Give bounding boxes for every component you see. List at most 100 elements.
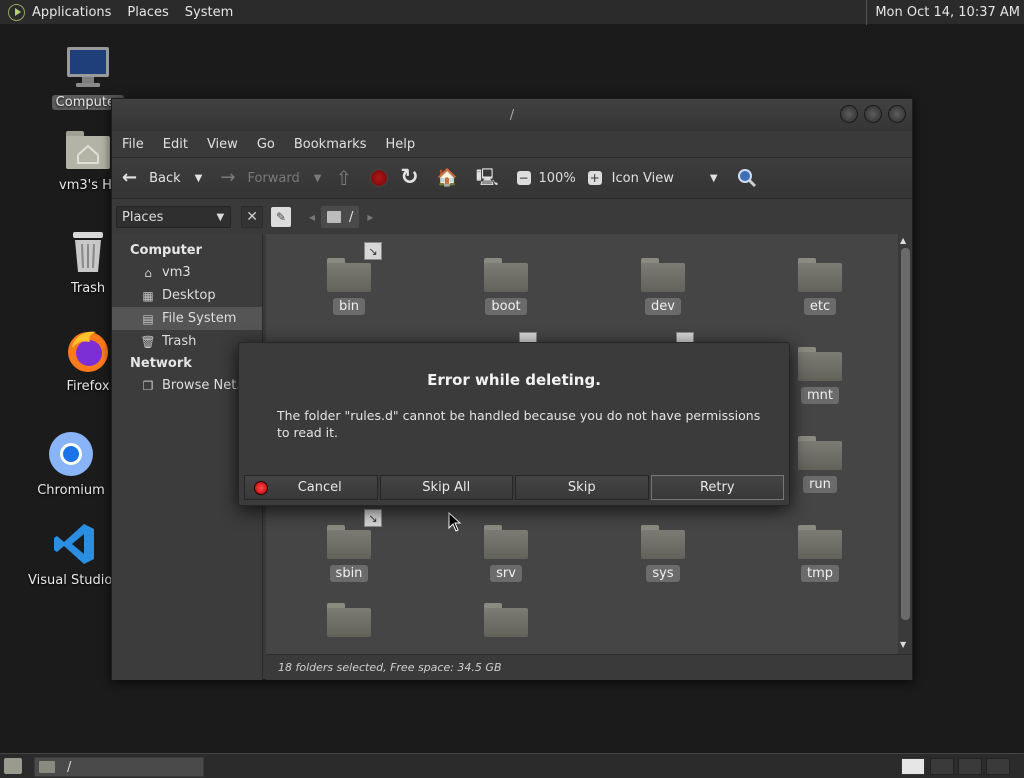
forward-button[interactable]: → Forward ▼ (220, 163, 321, 193)
menu-system[interactable]: System (177, 0, 241, 25)
menu-places[interactable]: Places (119, 0, 176, 25)
back-history-dropdown-icon[interactable]: ▼ (195, 173, 203, 184)
view-mode-value: Icon View (611, 170, 674, 186)
drive-icon: ▤ (142, 311, 154, 326)
folder-icon (798, 436, 842, 470)
top-panel: Applications Places System Mon Oct 14, 1… (0, 0, 1024, 25)
folder-icon (798, 347, 842, 381)
scroll-down-icon[interactable]: ▼ (900, 640, 906, 649)
menu-bookmarks[interactable]: Bookmarks (294, 137, 378, 152)
scrollbar-thumb[interactable] (901, 248, 910, 620)
chevron-down-icon: ▼ (709, 172, 718, 184)
folder-icon (641, 258, 685, 292)
folder-label: tmp (800, 565, 839, 582)
sidebar-section-computer[interactable]: Computer (112, 240, 262, 261)
folder-label: run (803, 476, 837, 493)
skip-button[interactable]: Skip (515, 475, 649, 500)
desktop-label: Visual Studio Code (28, 573, 120, 588)
maximize-button[interactable] (864, 105, 882, 123)
folder-label: dev (645, 298, 681, 315)
folder-item[interactable] (441, 593, 571, 637)
folder-item[interactable]: dev (598, 248, 728, 315)
edit-location-button[interactable]: ✎ (271, 207, 291, 227)
computer-button[interactable]: 🖳 (476, 163, 505, 193)
sidebar-item-desktop[interactable]: ▦ Desktop (112, 284, 262, 307)
zoom-in-icon: + (587, 171, 602, 185)
menu-help[interactable]: Help (385, 137, 426, 152)
status-bar: 18 folders selected, Free space: 34.5 GB (266, 654, 912, 680)
menu-applications[interactable]: Applications (28, 0, 119, 25)
menu-view[interactable]: View (207, 137, 249, 152)
sidebar-item-file-system[interactable]: ▤ File System (112, 307, 262, 330)
cancel-button[interactable]: Cancel (244, 475, 378, 500)
folder-label: bin (332, 298, 366, 315)
sidebar-item-vm3[interactable]: ⌂ vm3 (112, 261, 262, 284)
zoom-level: 100% (538, 170, 576, 186)
drive-icon (327, 211, 342, 223)
folder-item[interactable]: boot (441, 248, 571, 315)
back-button[interactable]: ← Back ▼ (122, 163, 202, 193)
up-button[interactable]: ⇧ (335, 163, 358, 193)
window-titlebar[interactable]: / (112, 99, 912, 131)
window-title: / (509, 107, 515, 123)
search-button[interactable] (736, 163, 758, 193)
folder-icon (798, 525, 842, 559)
forward-history-dropdown-icon[interactable]: ▼ (314, 173, 322, 184)
folder-icon (327, 525, 371, 559)
folder-item[interactable]: ↘ bin (284, 242, 414, 315)
skip-label: Skip (567, 480, 596, 495)
cancel-label: Cancel (297, 480, 342, 495)
retry-button[interactable]: Retry (650, 475, 784, 500)
sidebar-item-label: vm3 (162, 265, 191, 280)
menu-file[interactable]: File (122, 137, 155, 152)
workspace-3[interactable] (958, 758, 982, 775)
view-mode-select[interactable]: Icon View ▼ (612, 163, 718, 193)
minimize-button[interactable] (840, 105, 858, 123)
menu-go[interactable]: Go (257, 137, 286, 152)
zoom-in-button[interactable]: + (587, 163, 602, 193)
workspace-switcher-icon[interactable] (901, 758, 925, 775)
taskbar-item-file-manager[interactable]: / (34, 757, 204, 777)
desktop-icon-chromium[interactable]: Chromium (16, 430, 126, 498)
retry-label: Retry (699, 480, 735, 495)
path-segment-root[interactable]: / (321, 206, 360, 228)
folder-item[interactable] (284, 593, 414, 637)
zoom-out-button[interactable]: − (516, 163, 531, 193)
folder-icon (484, 525, 528, 559)
panel-clock[interactable]: Mon Oct 14, 10:37 AM (866, 0, 1024, 25)
skip-all-button[interactable]: Skip All (379, 475, 513, 500)
sidebar-type-select[interactable]: Places ▼ (116, 206, 232, 228)
folder-icon (327, 603, 371, 637)
menu-edit[interactable]: Edit (163, 137, 199, 152)
workspace-2[interactable] (930, 758, 954, 775)
folder-item[interactable]: sys (598, 515, 728, 582)
distro-logo-icon[interactable] (8, 3, 25, 21)
reload-button[interactable]: ↻ (400, 163, 424, 193)
folder-label: sbin (329, 565, 369, 582)
sidebar-type-value: Places (122, 209, 164, 225)
trash-icon: 🗑 (140, 334, 156, 349)
close-sidebar-button[interactable]: ✕ (241, 206, 263, 228)
folder-item[interactable]: tmp (755, 515, 885, 582)
folder-icon (484, 258, 528, 292)
home-button[interactable]: 🏠 (437, 163, 464, 193)
chevron-down-icon: ▼ (216, 211, 225, 223)
error-dialog: Error while deleting. The folder "rules.… (238, 342, 790, 506)
stop-button[interactable] (370, 163, 389, 193)
folder-item[interactable]: etc (755, 248, 885, 315)
show-desktop-icon[interactable] (4, 758, 22, 774)
path-scroll-right-icon[interactable]: ▸ (367, 210, 373, 224)
folder-item[interactable]: ↘ sbin (284, 509, 414, 582)
folder-label: etc (803, 298, 837, 315)
scroll-up-icon[interactable]: ▲ (900, 236, 906, 245)
vertical-scrollbar[interactable]: ▲ ▼ (898, 234, 912, 654)
workspace-4[interactable] (986, 758, 1010, 775)
dialog-message: The folder "rules.d" cannot be handled b… (277, 408, 761, 440)
desktop-label: Firefox (66, 379, 110, 394)
dialog-button-row: Cancel Skip All Skip Retry (244, 475, 784, 500)
sidebar-item-label: Browse Net... (162, 378, 249, 393)
path-scroll-left-icon[interactable]: ◂ (309, 210, 315, 224)
close-button[interactable] (888, 105, 906, 123)
computer-icon: 🖳 (475, 167, 499, 188)
sidebar-item-label: Desktop (162, 288, 216, 303)
